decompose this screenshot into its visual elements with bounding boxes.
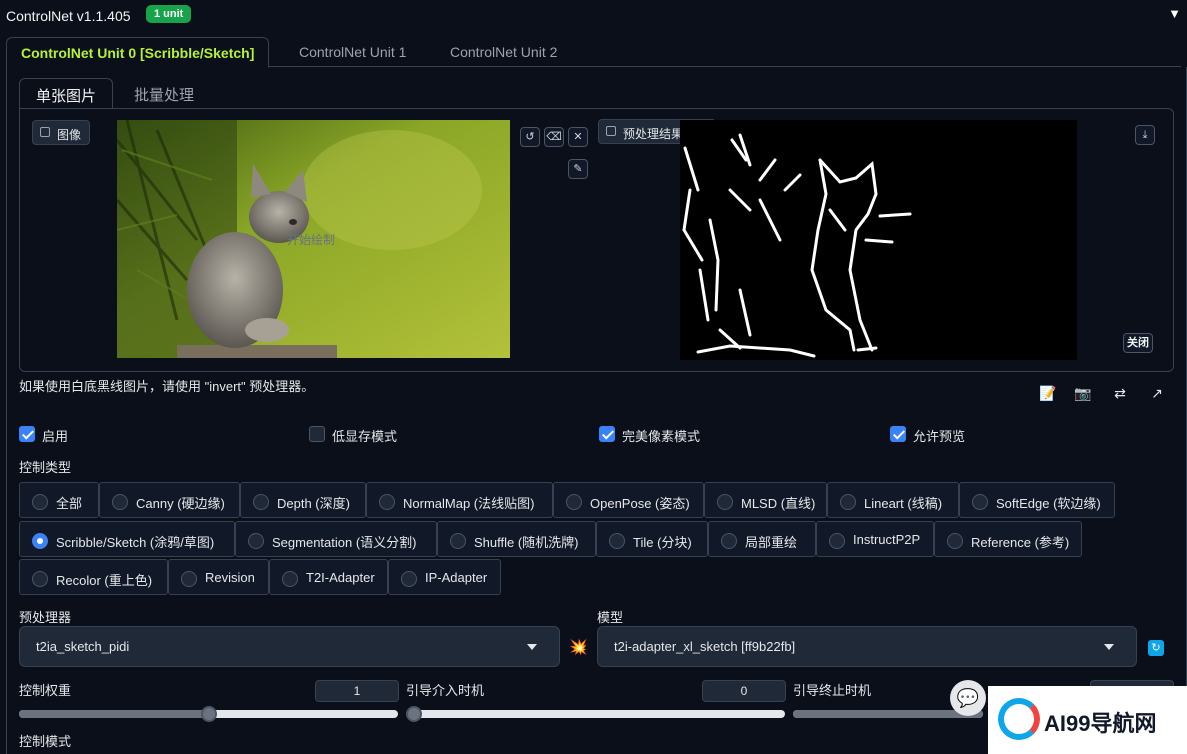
slider-fill [793, 710, 983, 718]
input-mode-tabs: 单张图片 批量处理 [19, 78, 1174, 109]
control-type-mlsd[interactable]: MLSD (直线) [704, 482, 827, 518]
guidance-start-input[interactable]: 0 [702, 680, 786, 702]
checkbox-box[interactable] [599, 426, 615, 442]
pixel-perfect-label: 完美像素模式 [622, 429, 701, 444]
app-title: ControlNet v1.1.405 [6, 8, 131, 24]
image-label-text: 图像 [57, 128, 82, 142]
control-type-shuffle[interactable]: Shuffle (随机洗牌) [437, 521, 596, 557]
wechat-icon: 💬 [950, 680, 986, 716]
model-label: 模型 [597, 610, 624, 625]
model-select[interactable]: t2i-adapter_xl_sketch [ff9b22fb] [597, 626, 1137, 667]
download-icon[interactable]: ⤓ [1135, 125, 1155, 145]
image-icon [40, 127, 50, 137]
tab-unit-0[interactable]: ControlNet Unit 0 [Scribble/Sketch] [6, 37, 270, 68]
allow-preview-label: 允许预览 [913, 429, 966, 444]
slider-fill [19, 710, 209, 718]
slider-thumb[interactable] [406, 706, 422, 722]
control-type-tile[interactable]: Tile (分块) [596, 521, 708, 557]
draw-hint: 开始绘制 [287, 233, 336, 247]
swap-icon[interactable]: ⇄ [1111, 384, 1129, 402]
send-icon[interactable]: ↗ [1148, 384, 1166, 402]
chevron-down-icon [527, 644, 537, 650]
control-type-revision[interactable]: Revision [168, 559, 269, 595]
pixel-perfect-checkbox[interactable]: 完美像素模式 [599, 425, 729, 444]
tab-single-image[interactable]: 单张图片 [19, 78, 114, 109]
low-vram-checkbox[interactable]: 低显存模式 [309, 425, 429, 444]
control-type-instructp2p[interactable]: InstructP2P [816, 521, 934, 557]
preprocessor-label: 预处理器 [19, 610, 72, 625]
watermark: AI99导航网 [988, 686, 1187, 754]
image-label: 图像 [32, 120, 91, 145]
preprocessor-preview-image [680, 120, 1077, 360]
enable-checkbox[interactable]: 启用 [19, 425, 109, 444]
slider-thumb[interactable] [201, 706, 217, 722]
low-vram-label: 低显存模式 [332, 429, 398, 444]
invert-hint: 如果使用白底黑线图片，请使用 "invert" 预处理器。 [19, 379, 315, 394]
eraser-icon[interactable]: ⌫ [544, 127, 564, 147]
preprocessor-select[interactable]: t2ia_sketch_pidi [19, 626, 560, 667]
enable-label: 启用 [42, 429, 69, 444]
site-logo-icon [998, 698, 1040, 740]
control-type-reference[interactable]: Reference (参考) [934, 521, 1082, 557]
guidance-end-label: 引导终止时机 [793, 683, 872, 698]
run-preprocessor-icon[interactable]: 💥 [569, 638, 588, 656]
checkbox-box[interactable] [19, 426, 35, 442]
control-weight-input[interactable]: 1 [315, 680, 399, 702]
header-bar: ControlNet v1.1.405 1 unit ▼ [0, 0, 1187, 32]
control-type-segmentation[interactable]: Segmentation (语义分割) [235, 521, 437, 557]
control-type-lineart[interactable]: Lineart (线稿) [827, 482, 959, 518]
checkbox-box[interactable] [309, 426, 325, 442]
camera-icon[interactable]: 📷 [1074, 384, 1092, 402]
chevron-down-icon [1104, 644, 1114, 650]
control-type-inpaint[interactable]: 局部重绘 [708, 521, 816, 557]
checkbox-box[interactable] [890, 426, 906, 442]
unit-count-badge: 1 unit [146, 5, 192, 23]
control-type-openpose[interactable]: OpenPose (姿态) [553, 482, 704, 518]
guidance-end-slider[interactable] [793, 710, 983, 718]
control-type-t2i-adapter[interactable]: T2I-Adapter [269, 559, 388, 595]
control-type-canny[interactable]: Canny (硬边缘) [99, 482, 240, 518]
close-preview-button[interactable]: 关闭 [1123, 333, 1153, 353]
control-type-all[interactable]: 全部 [19, 482, 99, 518]
control-type-normalmap[interactable]: NormalMap (法线贴图) [366, 482, 553, 518]
control-type-recolor[interactable]: Recolor (重上色) [19, 559, 168, 595]
allow-preview-checkbox[interactable]: 允许预览 [890, 425, 1000, 444]
tab-unit-1[interactable]: ControlNet Unit 1 [285, 37, 420, 68]
edit-icon[interactable]: 📝 [1039, 384, 1057, 402]
triangle-down-icon[interactable]: ▼ [1168, 6, 1181, 21]
control-weight-label: 控制权重 [19, 683, 72, 698]
guidance-start-label: 引导介入时机 [406, 683, 485, 698]
control-mode-label: 控制模式 [19, 734, 72, 749]
undo-icon[interactable]: ↺ [520, 127, 540, 147]
watermark-text: AI99导航网 [1044, 711, 1157, 736]
tab-batch[interactable]: 批量处理 [118, 78, 210, 109]
refresh-icon[interactable]: ↻ [1148, 640, 1164, 656]
model-value: t2i-adapter_xl_sketch [ff9b22fb] [614, 639, 796, 654]
brush-icon[interactable]: ✎ [568, 159, 588, 179]
preprocessor-value: t2ia_sketch_pidi [36, 639, 130, 654]
control-type-scribble[interactable]: Scribble/Sketch (涂鸦/草图) [19, 521, 235, 557]
unit-tabs: ControlNet Unit 0 [Scribble/Sketch] Cont… [6, 37, 1181, 68]
tab-unit-2[interactable]: ControlNet Unit 2 [436, 37, 571, 68]
control-weight-slider[interactable] [19, 706, 398, 722]
sketch-preview [682, 133, 912, 358]
image-icon [606, 126, 616, 136]
control-type-ip-adapter[interactable]: IP-Adapter [388, 559, 501, 595]
control-type-softedge[interactable]: SoftEdge (软边缘) [959, 482, 1115, 518]
close-icon[interactable]: ✕ [568, 127, 588, 147]
guidance-start-slider[interactable] [406, 706, 785, 722]
control-type-label: 控制类型 [19, 460, 72, 475]
control-type-depth[interactable]: Depth (深度) [240, 482, 366, 518]
